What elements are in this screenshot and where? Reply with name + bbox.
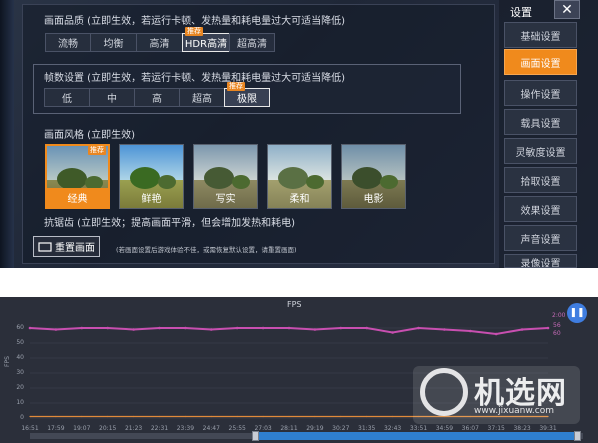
series-point xyxy=(287,326,291,330)
timeline-scroll-thumb[interactable] xyxy=(256,432,576,440)
series-point xyxy=(391,331,394,334)
right-label: 2:00 xyxy=(552,312,566,319)
series-point xyxy=(366,415,368,418)
series-point xyxy=(520,328,524,331)
series-point xyxy=(313,328,317,331)
series-point xyxy=(340,415,342,418)
series-point xyxy=(107,415,109,418)
watermark-url: www.jixuanw.com xyxy=(474,406,554,416)
series-point xyxy=(365,326,369,330)
series-point xyxy=(417,326,420,330)
series-point xyxy=(288,415,290,418)
series-point xyxy=(28,326,32,330)
series-point xyxy=(55,415,57,418)
series-point xyxy=(184,326,187,330)
series-point xyxy=(546,326,550,330)
series-point xyxy=(81,415,83,418)
series-point xyxy=(210,415,212,418)
right-label: 56 xyxy=(553,322,561,329)
series-point xyxy=(494,332,498,336)
series-point xyxy=(210,328,213,331)
series-point xyxy=(314,415,316,418)
watermark-logo-icon xyxy=(420,368,468,416)
series-point xyxy=(133,415,135,418)
series-point xyxy=(262,415,264,418)
timeline-handle-left[interactable] xyxy=(252,431,259,441)
series-point xyxy=(469,329,472,333)
series-point xyxy=(236,415,238,418)
series-point xyxy=(80,326,84,330)
series-point xyxy=(235,326,239,330)
series-point xyxy=(158,415,161,418)
right-label: 60 xyxy=(553,330,561,337)
timeline-handle-right[interactable] xyxy=(574,431,581,441)
series-point xyxy=(261,326,265,330)
series-point xyxy=(158,326,161,330)
series-point xyxy=(29,415,31,418)
series-point xyxy=(339,326,343,330)
series-point xyxy=(184,415,186,418)
series-point xyxy=(54,328,58,331)
series-point xyxy=(106,326,109,330)
series-point xyxy=(132,328,135,331)
series-point xyxy=(443,328,446,331)
series-point xyxy=(392,415,394,418)
